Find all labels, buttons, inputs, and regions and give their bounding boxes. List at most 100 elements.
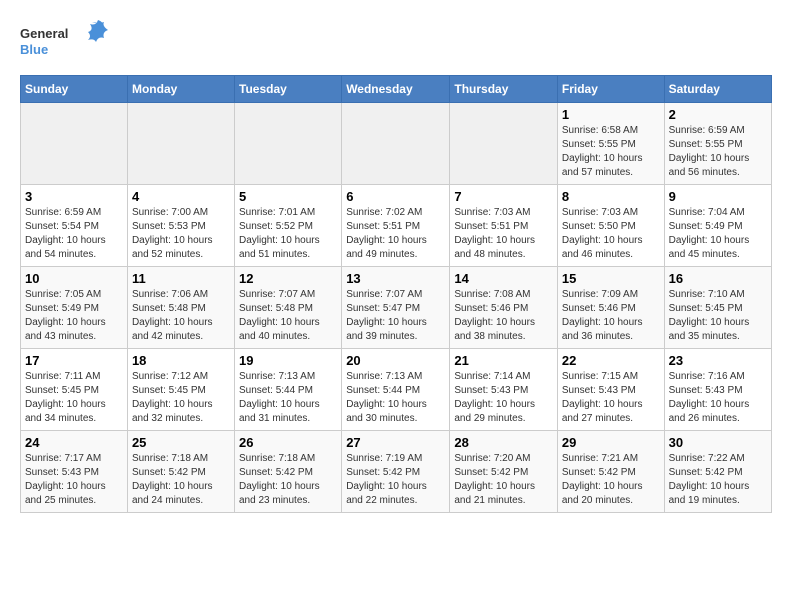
day-number: 14 xyxy=(454,271,553,286)
day-number: 4 xyxy=(132,189,230,204)
calendar-cell: 19Sunrise: 7:13 AM Sunset: 5:44 PM Dayli… xyxy=(235,349,342,431)
day-number: 27 xyxy=(346,435,445,450)
calendar-cell: 17 Sunrise: 7:11 AM Sunset: 5:45 PM Dayli… xyxy=(21,349,128,431)
weekday-header-wednesday: Wednesday xyxy=(342,76,450,103)
day-number: 29 xyxy=(562,435,660,450)
day-number: 28 xyxy=(454,435,553,450)
calendar-cell: 13Sunrise: 7:07 AM Sunset: 5:47 PM Dayli… xyxy=(342,267,450,349)
day-number: 6 xyxy=(346,189,445,204)
day-info: Sunrise: 7:18 AM Sunset: 5:42 PM Dayligh… xyxy=(239,452,337,508)
day-info: Sunrise: 7:18 AM Sunset: 5:42 PM Dayligh… xyxy=(132,452,230,508)
calendar-cell: 1Sunrise: 6:58 AM Sunset: 5:55 PM Daylig… xyxy=(557,103,664,185)
calendar-cell: 3 Sunrise: 6:59 AM Sunset: 5:54 PM Daylig… xyxy=(21,185,128,267)
day-number: 9 xyxy=(669,189,767,204)
calendar-cell: 20 Sunrise: 7:13 AM Sunset: 5:44 PM Dayli… xyxy=(342,349,450,431)
calendar-cell: 21 Sunrise: 7:14 AM Sunset: 5:43 PM Dayli… xyxy=(450,349,558,431)
weekday-header-saturday: Saturday xyxy=(664,76,771,103)
weekday-header-friday: Friday xyxy=(557,76,664,103)
day-info: Sunrise: 7:12 AM Sunset: 5:45 PM Dayligh… xyxy=(132,370,230,426)
calendar-table: SundayMondayTuesdayWednesdayThursdayFrid… xyxy=(20,75,772,513)
calendar-cell: 25 Sunrise: 7:18 AM Sunset: 5:42 PM Dayli… xyxy=(127,431,234,513)
calendar-cell xyxy=(21,103,128,185)
svg-text:General: General xyxy=(20,26,68,41)
day-info: Sunrise: 7:15 AM Sunset: 5:43 PM Dayligh… xyxy=(562,370,660,426)
svg-text:Blue: Blue xyxy=(20,42,48,57)
calendar-cell: 9 Sunrise: 7:04 AM Sunset: 5:49 PM Daylig… xyxy=(664,185,771,267)
calendar-cell: 28Sunrise: 7:20 AM Sunset: 5:42 PM Dayli… xyxy=(450,431,558,513)
logo-svg: General Blue xyxy=(20,20,110,65)
day-number: 15 xyxy=(562,271,660,286)
calendar-cell: 24 Sunrise: 7:17 AM Sunset: 5:43 PM Dayli… xyxy=(21,431,128,513)
day-info: Sunrise: 7:00 AM Sunset: 5:53 PM Dayligh… xyxy=(132,206,230,262)
calendar-cell xyxy=(235,103,342,185)
calendar-cell: 7 Sunrise: 7:03 AM Sunset: 5:51 PM Daylig… xyxy=(450,185,558,267)
weekday-header-row: SundayMondayTuesdayWednesdayThursdayFrid… xyxy=(21,76,772,103)
day-info: Sunrise: 7:09 AM Sunset: 5:46 PM Dayligh… xyxy=(562,288,660,344)
day-info: Sunrise: 7:19 AM Sunset: 5:42 PM Dayligh… xyxy=(346,452,445,508)
day-number: 20 xyxy=(346,353,445,368)
calendar-cell: 11 Sunrise: 7:06 AM Sunset: 5:48 PM Dayli… xyxy=(127,267,234,349)
day-info: Sunrise: 7:08 AM Sunset: 5:46 PM Dayligh… xyxy=(454,288,553,344)
weekday-header-sunday: Sunday xyxy=(21,76,128,103)
calendar-cell: 16Sunrise: 7:10 AM Sunset: 5:45 PM Dayli… xyxy=(664,267,771,349)
day-info: Sunrise: 7:17 AM Sunset: 5:43 PM Dayligh… xyxy=(25,452,123,508)
calendar-cell: 26Sunrise: 7:18 AM Sunset: 5:42 PM Dayli… xyxy=(235,431,342,513)
day-info: Sunrise: 7:03 AM Sunset: 5:51 PM Dayligh… xyxy=(454,206,553,262)
day-info: Sunrise: 7:07 AM Sunset: 5:47 PM Dayligh… xyxy=(346,288,445,344)
day-info: Sunrise: 7:05 AM Sunset: 5:49 PM Dayligh… xyxy=(25,288,123,344)
day-info: Sunrise: 7:21 AM Sunset: 5:42 PM Dayligh… xyxy=(562,452,660,508)
day-number: 19 xyxy=(239,353,337,368)
weekday-header-monday: Monday xyxy=(127,76,234,103)
calendar-cell: 22Sunrise: 7:15 AM Sunset: 5:43 PM Dayli… xyxy=(557,349,664,431)
day-info: Sunrise: 7:02 AM Sunset: 5:51 PM Dayligh… xyxy=(346,206,445,262)
day-number: 10 xyxy=(25,271,123,286)
day-number: 23 xyxy=(669,353,767,368)
day-number: 7 xyxy=(454,189,553,204)
day-info: Sunrise: 7:14 AM Sunset: 5:43 PM Dayligh… xyxy=(454,370,553,426)
day-info: Sunrise: 6:59 AM Sunset: 5:54 PM Dayligh… xyxy=(25,206,123,262)
day-number: 24 xyxy=(25,435,123,450)
day-number: 11 xyxy=(132,271,230,286)
day-number: 12 xyxy=(239,271,337,286)
day-number: 21 xyxy=(454,353,553,368)
calendar-cell: 12Sunrise: 7:07 AM Sunset: 5:48 PM Dayli… xyxy=(235,267,342,349)
week-row-5: 24 Sunrise: 7:17 AM Sunset: 5:43 PM Dayli… xyxy=(21,431,772,513)
day-number: 1 xyxy=(562,107,660,122)
calendar-cell: 29 Sunrise: 7:21 AM Sunset: 5:42 PM Dayli… xyxy=(557,431,664,513)
calendar-cell xyxy=(450,103,558,185)
day-number: 3 xyxy=(25,189,123,204)
day-number: 25 xyxy=(132,435,230,450)
calendar-cell: 2 Sunrise: 6:59 AM Sunset: 5:55 PM Daylig… xyxy=(664,103,771,185)
day-info: Sunrise: 7:06 AM Sunset: 5:48 PM Dayligh… xyxy=(132,288,230,344)
week-row-2: 3 Sunrise: 6:59 AM Sunset: 5:54 PM Daylig… xyxy=(21,185,772,267)
day-info: Sunrise: 7:22 AM Sunset: 5:42 PM Dayligh… xyxy=(669,452,767,508)
day-info: Sunrise: 7:16 AM Sunset: 5:43 PM Dayligh… xyxy=(669,370,767,426)
day-number: 16 xyxy=(669,271,767,286)
weekday-header-thursday: Thursday xyxy=(450,76,558,103)
calendar-cell: 30 Sunrise: 7:22 AM Sunset: 5:42 PM Dayli… xyxy=(664,431,771,513)
day-info: Sunrise: 7:04 AM Sunset: 5:49 PM Dayligh… xyxy=(669,206,767,262)
week-row-3: 10 Sunrise: 7:05 AM Sunset: 5:49 PM Dayli… xyxy=(21,267,772,349)
day-info: Sunrise: 7:03 AM Sunset: 5:50 PM Dayligh… xyxy=(562,206,660,262)
day-number: 17 xyxy=(25,353,123,368)
day-number: 2 xyxy=(669,107,767,122)
day-info: Sunrise: 6:59 AM Sunset: 5:55 PM Dayligh… xyxy=(669,124,767,180)
day-number: 8 xyxy=(562,189,660,204)
day-info: Sunrise: 7:11 AM Sunset: 5:45 PM Dayligh… xyxy=(25,370,123,426)
page-header: General Blue xyxy=(20,20,772,65)
day-info: Sunrise: 7:01 AM Sunset: 5:52 PM Dayligh… xyxy=(239,206,337,262)
calendar-cell: 4 Sunrise: 7:00 AM Sunset: 5:53 PM Daylig… xyxy=(127,185,234,267)
calendar-cell: 5Sunrise: 7:01 AM Sunset: 5:52 PM Daylig… xyxy=(235,185,342,267)
calendar-cell: 8 Sunrise: 7:03 AM Sunset: 5:50 PM Daylig… xyxy=(557,185,664,267)
calendar-cell: 14 Sunrise: 7:08 AM Sunset: 5:46 PM Dayli… xyxy=(450,267,558,349)
weekday-header-tuesday: Tuesday xyxy=(235,76,342,103)
day-info: Sunrise: 7:13 AM Sunset: 5:44 PM Dayligh… xyxy=(346,370,445,426)
calendar-cell xyxy=(342,103,450,185)
day-number: 18 xyxy=(132,353,230,368)
week-row-4: 17 Sunrise: 7:11 AM Sunset: 5:45 PM Dayli… xyxy=(21,349,772,431)
calendar-cell: 6 Sunrise: 7:02 AM Sunset: 5:51 PM Daylig… xyxy=(342,185,450,267)
calendar-cell xyxy=(127,103,234,185)
calendar-cell: 23 Sunrise: 7:16 AM Sunset: 5:43 PM Dayli… xyxy=(664,349,771,431)
day-number: 30 xyxy=(669,435,767,450)
calendar-cell: 27 Sunrise: 7:19 AM Sunset: 5:42 PM Dayli… xyxy=(342,431,450,513)
